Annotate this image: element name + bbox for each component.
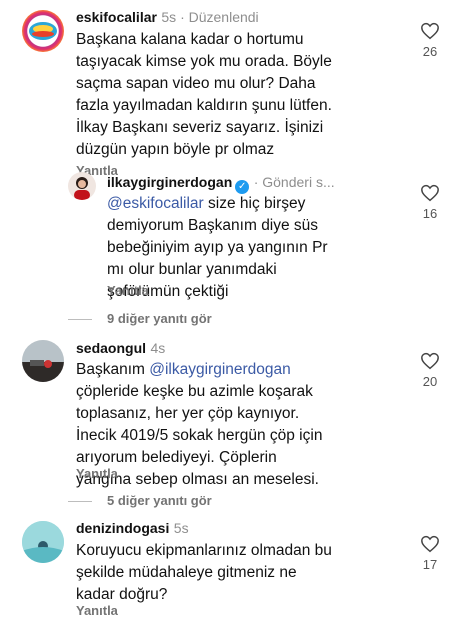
comment-header: denizindogasi 5s [76,520,189,538]
avatar[interactable] [68,172,96,200]
profile-photo-icon [22,521,64,563]
heart-icon[interactable] [420,352,440,370]
comment-text: Koruyucu ekipmanlarınız olmadan bu şekil… [76,542,332,603]
logo-icon [29,22,57,40]
avatar[interactable] [22,10,64,52]
comment-header: ilkaygirginerdogan ✓ · Gönderi s... [107,174,367,194]
comment-text: @eskifocalilar size hiç birşey demiyorum… [107,193,397,303]
reply-button[interactable]: Yanıtla [76,466,118,481]
comment-header: eskifocalilar 5s · Düzenlendi [76,9,259,27]
comment-meta: 5s · Düzenlendi [161,9,259,25]
view-replies-button[interactable]: 5 diğer yanıtı gör [107,493,212,508]
comment-meta: · Gönderi s... [253,174,335,190]
heart-icon[interactable] [420,184,440,202]
comment-meta: 5s [173,520,189,536]
username[interactable]: sedaongul [76,340,146,356]
like-count: 20 [422,374,438,389]
avatar[interactable] [22,521,64,563]
comment-prefix: Başkanım [76,361,150,378]
comment-text: Başkana kalana kadar o hortumu taşıyacak… [76,31,332,158]
username[interactable]: denizindogasi [76,520,169,536]
mention-link[interactable]: @eskifocalilar [107,195,204,212]
like-count: 16 [422,206,438,221]
avatar[interactable] [22,340,64,382]
heart-icon[interactable] [420,535,440,553]
verified-icon: ✓ [235,180,250,194]
comment-text: Başkanım @ilkaygirginerdogan çöpleride k… [76,359,396,491]
profile-photo-icon [74,177,90,200]
username[interactable]: eskifocalilar [76,9,157,25]
view-replies-button[interactable]: 9 diğer yanıtı gör [107,311,212,326]
comment-header: sedaongul 4s [76,340,165,358]
divider [68,319,92,320]
like-count: 26 [422,44,438,59]
like-count: 17 [422,557,438,572]
reply-button[interactable]: Yanıtla [76,603,118,618]
profile-photo-icon [22,340,64,382]
divider [68,501,92,502]
heart-icon[interactable] [420,22,440,40]
reply-button[interactable]: Yanıtla [107,283,149,298]
comment-meta: 4s [150,340,166,356]
username[interactable]: ilkaygirginerdogan [107,174,232,190]
mention-link[interactable]: @ilkaygirginerdogan [149,361,291,378]
